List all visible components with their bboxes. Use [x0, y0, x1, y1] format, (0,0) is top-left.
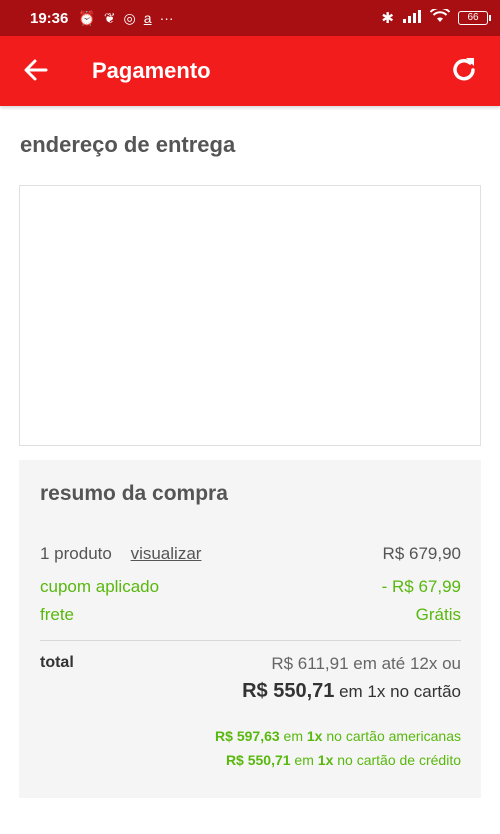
- total-cash-value: R$ 550,71: [242, 680, 335, 702]
- offer1-times: 1x: [306, 728, 323, 744]
- total-cash-suffix: em 1x no cartão: [334, 682, 461, 701]
- status-icons-left: ⏰ ❦ ◎ a ···: [78, 10, 173, 27]
- instagram-icon: ◎: [123, 9, 136, 26]
- shipping-row: frete Grátis: [40, 605, 461, 625]
- address-box[interactable]: [19, 185, 481, 446]
- total-cash: R$ 550,71 em 1x no cartão: [242, 680, 461, 703]
- offer1-value: R$ 597,63: [215, 728, 280, 744]
- shipping-label: frete: [40, 605, 75, 624]
- offer1-mid: em: [279, 728, 307, 744]
- offer-americanas-card: R$ 597,63 em 1x no cartão americanas: [215, 728, 461, 744]
- total-installment: R$ 611,91 em até 12x ou: [271, 654, 461, 673]
- leaf-icon: ❦: [103, 9, 116, 26]
- products-value: R$ 679,90: [382, 544, 461, 563]
- status-bar: 19:36 ⏰ ❦ ◎ a ··· ✱ 66: [0, 0, 500, 36]
- products-row: 1 produto visualizar R$ 679,90: [40, 544, 461, 564]
- page-title: Pagamento: [92, 58, 211, 83]
- offer2-value: R$ 550,71: [225, 752, 291, 768]
- products-label-group: 1 produto visualizar: [40, 544, 201, 564]
- back-arrow-icon[interactable]: [22, 56, 50, 84]
- address-section-title: endereço de entrega: [20, 132, 236, 157]
- summary-title: resumo da compra: [40, 482, 228, 505]
- refresh-icon[interactable]: [448, 54, 480, 86]
- offer2-times: 1x: [317, 752, 334, 768]
- divider: [40, 640, 461, 641]
- app-bar: Pagamento: [0, 36, 500, 106]
- view-products-link[interactable]: visualizar: [131, 544, 202, 563]
- status-icons-right: ✱ 66: [381, 6, 491, 27]
- offer1-suffix: no cartão americanas: [322, 728, 461, 744]
- amazon-icon: a: [143, 10, 152, 26]
- products-label: 1 produto: [40, 544, 112, 563]
- wifi-icon: [429, 6, 451, 27]
- offer2-mid: em: [290, 752, 318, 768]
- offer-credit-card: R$ 550,71 em 1x no cartão de crédito: [226, 752, 461, 768]
- coupon-row: cupom aplicado - R$ 67,99: [40, 577, 461, 597]
- signal-icon: [402, 9, 422, 27]
- purchase-summary: resumo da compra 1 produto visualizar R$…: [19, 460, 481, 798]
- alarm-icon: ⏰: [78, 9, 96, 26]
- total-label: total: [40, 654, 74, 671]
- shipping-value: Grátis: [415, 605, 461, 624]
- bluetooth-icon: ✱: [381, 10, 394, 27]
- status-time: 19:36: [30, 9, 69, 27]
- coupon-value: - R$ 67,99: [381, 577, 461, 596]
- coupon-label: cupom aplicado: [40, 577, 160, 596]
- offer2-suffix: no cartão de crédito: [333, 752, 461, 768]
- more-icon: ···: [159, 10, 174, 26]
- battery-icon: 66: [458, 11, 491, 25]
